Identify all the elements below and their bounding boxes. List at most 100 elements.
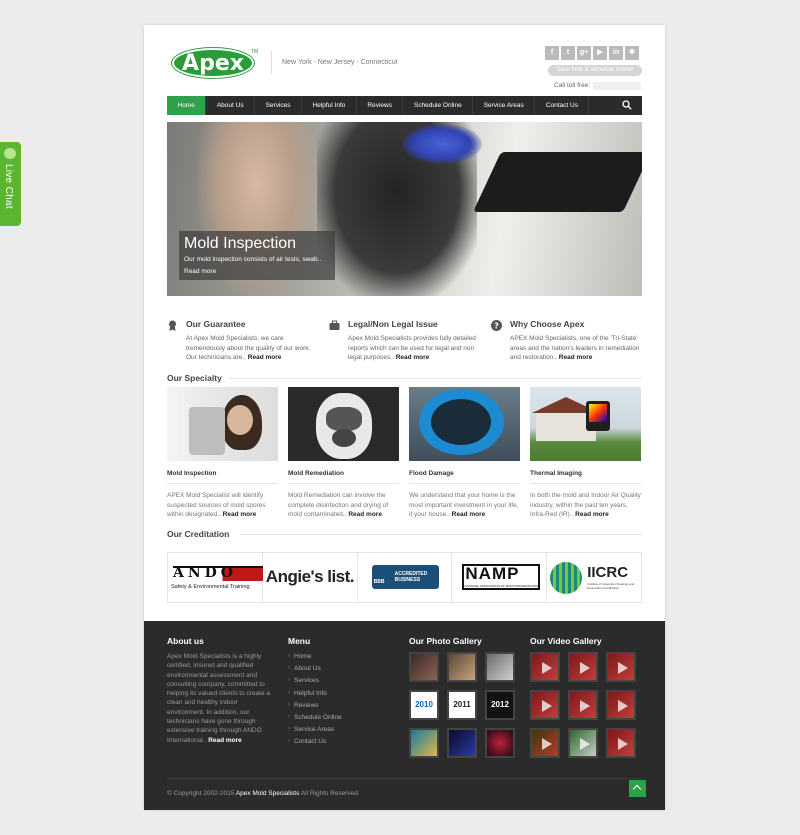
search-icon[interactable] <box>622 100 632 110</box>
nav-service-areas[interactable]: Service Areas <box>473 96 536 115</box>
angies-list-logo[interactable]: Angie's list. <box>263 553 358 602</box>
nav-helpful-info[interactable]: Helpful Info <box>302 96 357 115</box>
video-thumb[interactable] <box>530 652 560 682</box>
footer-photo-gallery: Our Photo Gallery 2010 2011 2012 <box>409 636 519 758</box>
nav-services[interactable]: Services <box>255 96 303 115</box>
apex-logo[interactable]: Apex <box>172 48 254 78</box>
video-thumb[interactable] <box>568 690 598 720</box>
specialty-read-more-link[interactable]: Read more <box>348 511 382 518</box>
play-icon <box>618 738 628 750</box>
video-thumb[interactable] <box>568 728 598 758</box>
specialty-title: Mold Inspection <box>167 470 217 477</box>
footer-menu-item[interactable]: Helpful Info <box>288 689 398 702</box>
bbb-logo[interactable]: BBB ACCREDITED BUSINESS <box>358 553 453 602</box>
feature-title: Legal/Non Legal Issue <box>348 319 438 329</box>
photo-thumb[interactable] <box>485 728 515 758</box>
yelp-icon[interactable]: ✱ <box>625 46 639 60</box>
iicrc-subtitle: Institute of Inspection Cleaning and Res… <box>587 582 635 590</box>
footer-about-text: Apex Mold Specialists is a highly certif… <box>167 652 277 745</box>
bbb-wordmark: BBB <box>373 579 385 585</box>
ando-logo[interactable]: ANDO Safety & Environmental Training <box>168 553 263 602</box>
linkedin-icon[interactable]: in <box>609 46 623 60</box>
feature-read-more-link[interactable]: Read more <box>248 354 282 361</box>
specialty-read-more-link[interactable]: Read more <box>223 511 257 518</box>
namp-subtitle: NATIONAL ASSOCIATION OF MOLD PROFESSIONA… <box>464 584 541 588</box>
thermal-imaging-image <box>530 387 641 461</box>
hero-read-more-link[interactable]: Read more <box>184 268 330 275</box>
specialty-text: We understand that your home is the most… <box>409 491 520 520</box>
nav-contact-us[interactable]: Contact Us <box>535 96 590 115</box>
photo-thumb[interactable] <box>409 728 439 758</box>
hero-slider[interactable]: Mold Inspection Our mold inspection cons… <box>167 122 642 296</box>
hero-caption: Mold Inspection Our mold inspection cons… <box>179 231 335 280</box>
feature-read-more-link[interactable]: Read more <box>396 354 430 361</box>
tagline: New York - New Jersey - Connecticut <box>271 51 398 74</box>
footer-menu-item[interactable]: Services <box>288 676 398 689</box>
video-thumbs <box>530 652 640 758</box>
feature-read-more-link[interactable]: Read more <box>559 354 593 361</box>
video-thumb[interactable] <box>530 690 560 720</box>
specialty-heading: Our Specialty <box>167 373 222 383</box>
back-to-top-button[interactable] <box>629 780 646 797</box>
footer-menu-item[interactable]: Reviews <box>288 701 398 714</box>
iicrc-logo[interactable]: IICRC Institute of Inspection Cleaning a… <box>547 553 641 602</box>
photo-thumb[interactable] <box>447 652 477 682</box>
facebook-icon[interactable]: f <box>545 46 559 60</box>
namp-logo[interactable]: NAMP NATIONAL ASSOCIATION OF MOLD PROFES… <box>452 553 548 602</box>
photo-thumb[interactable] <box>409 652 439 682</box>
specialty-card[interactable]: Thermal Imaging In both the mold and Ind… <box>530 387 641 520</box>
specialty-title: Mold Remediation <box>288 470 344 477</box>
toll-free-number <box>593 82 641 90</box>
specialty-card[interactable]: Flood Damage We understand that your hom… <box>409 387 520 520</box>
youtube-icon[interactable]: ▶ <box>593 46 607 60</box>
photo-gallery-title: Our Photo Gallery <box>409 636 482 646</box>
photo-thumb[interactable] <box>485 652 515 682</box>
photo-thumb[interactable]: 2012 <box>485 690 515 720</box>
copyright-suffix: All Rights Reserved. <box>300 790 360 797</box>
footer-read-more-link[interactable]: Read more <box>208 737 242 744</box>
schedule-online-button[interactable]: Save time & schedule online! <box>548 65 642 76</box>
creditation-heading: Our Creditation <box>167 529 230 539</box>
footer-about-title: About us <box>167 636 204 646</box>
google-plus-icon[interactable]: g+ <box>577 46 591 60</box>
creditation-logos: ANDO Safety & Environmental Training Ang… <box>167 552 642 603</box>
svg-text:?: ? <box>494 322 499 331</box>
specialty-read-more-link[interactable]: Read more <box>575 511 609 518</box>
hero-text: Our mold inspection consists of air test… <box>184 256 322 263</box>
specialty-card[interactable]: Mold Inspection APEX Mold Specialist wil… <box>167 387 278 520</box>
specialty-read-more-link[interactable]: Read more <box>452 511 486 518</box>
specialty-text: Mold Remediation can involve the complet… <box>288 491 399 520</box>
video-thumb[interactable] <box>606 690 636 720</box>
question-icon: ? <box>491 320 502 331</box>
video-thumb[interactable] <box>606 652 636 682</box>
video-thumb[interactable] <box>606 728 636 758</box>
specialty-text: APEX Mold Specialist will identify suspe… <box>167 491 278 520</box>
footer-menu-item[interactable]: About Us <box>288 664 398 677</box>
live-chat-tab[interactable]: Live Chat <box>0 142 21 226</box>
play-icon <box>580 700 590 712</box>
hero-photo-stage <box>473 152 642 212</box>
live-chat-label: Live Chat <box>3 164 14 209</box>
feature-text: APEX Mold Specialists, one of the 'Tri-S… <box>510 334 641 363</box>
nav-home[interactable]: Home <box>167 96 207 115</box>
photo-thumb[interactable] <box>447 728 477 758</box>
photo-thumb[interactable]: 2011 <box>447 690 477 720</box>
footer-menu-item[interactable]: Home <box>288 652 398 665</box>
copyright: © Copyright 2002-2015 Apex Mold Speciali… <box>167 790 360 797</box>
twitter-icon[interactable]: t <box>561 46 575 60</box>
video-thumb[interactable] <box>530 728 560 758</box>
divider <box>229 378 642 379</box>
photo-thumb-label: 2012 <box>491 700 509 709</box>
footer-menu-item[interactable]: Contact Us <box>288 737 398 750</box>
photo-thumb[interactable]: 2010 <box>409 690 439 720</box>
nav-schedule-online[interactable]: Schedule Online <box>403 96 474 115</box>
footer-menu-item[interactable]: Schedule Online <box>288 713 398 726</box>
specialty-card[interactable]: Mold Remediation Mold Remediation can in… <box>288 387 399 520</box>
ando-subtitle: Safety & Environmental Training <box>171 584 250 590</box>
nav-about-us[interactable]: About Us <box>206 96 256 115</box>
footer-menu-item[interactable]: Service Areas <box>288 725 398 738</box>
nav-reviews[interactable]: Reviews <box>357 96 404 115</box>
video-thumb[interactable] <box>568 652 598 682</box>
namp-wordmark: NAMP <box>465 564 520 583</box>
feature-title: Why Choose Apex <box>510 319 585 329</box>
